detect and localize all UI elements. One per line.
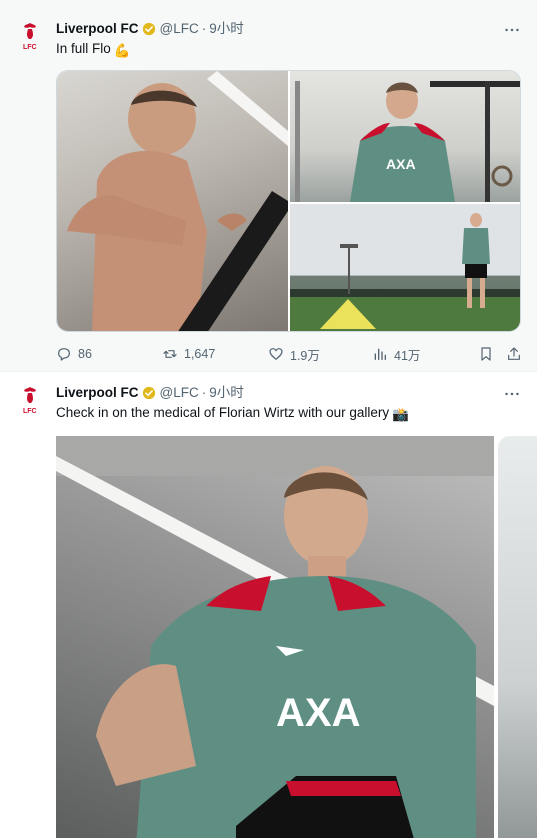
svg-text:AXA: AXA xyxy=(386,156,416,172)
photo-treadmill-image xyxy=(67,71,288,331)
author-name[interactable]: Liverpool FC xyxy=(56,20,139,38)
reply-count: 86 xyxy=(78,347,92,361)
tweet-text-content: Check in on the medical of Florian Wirtz… xyxy=(56,405,390,420)
photo-gym-portrait-image: AXA xyxy=(295,81,520,202)
tweet-header: Liverpool FC @LFC · 9小时 xyxy=(56,20,521,38)
gallery-photo-main[interactable]: AXA xyxy=(56,436,494,838)
photo-gym-portrait[interactable]: AXA xyxy=(290,71,520,202)
tweet-text: In full Flo 💪 xyxy=(56,40,521,60)
photo-training-pitch-image xyxy=(290,213,520,331)
views-button[interactable]: 41万 xyxy=(372,345,420,364)
svg-text:LFC: LFC xyxy=(23,44,37,51)
media-grid: AXA xyxy=(56,70,521,332)
photo-treadmill[interactable] xyxy=(57,71,288,331)
share-icon xyxy=(508,347,520,360)
timeline-feed: LFC Liverpool FC @LFC · 9小时 In full Flo 💪 xyxy=(0,0,537,838)
lfc-crest-icon: LFC xyxy=(23,23,37,51)
svg-text:LFC: LFC xyxy=(23,408,37,415)
bookmark-icon xyxy=(481,347,491,361)
heart-icon xyxy=(269,348,283,360)
repost-count: 1,647 xyxy=(184,347,216,361)
separator-dot: · xyxy=(201,21,207,36)
camera-emoji: 📸 xyxy=(392,407,409,422)
tweet-body: Liverpool FC @LFC · 9小时 Check in on the … xyxy=(56,384,537,838)
reply-icon xyxy=(58,348,70,361)
tweet-header: Liverpool FC @LFC · 9小时 xyxy=(56,384,521,402)
author-name[interactable]: Liverpool FC xyxy=(56,384,139,402)
svg-text:AXA: AXA xyxy=(276,691,360,735)
like-count: 1.9万 xyxy=(290,348,320,363)
author-handle[interactable]: @LFC xyxy=(160,384,199,402)
gallery-photo-main-image: AXA xyxy=(56,436,494,838)
avatar[interactable]: LFC xyxy=(14,20,46,52)
repost-icon xyxy=(163,350,177,358)
tweet-card[interactable]: LFC Liverpool FC @LFC · 9小时 In full Flo 💪 xyxy=(0,8,537,372)
author-handle[interactable]: @LFC xyxy=(160,20,199,38)
more-options-icon[interactable] xyxy=(503,22,521,38)
tweet-text: Check in on the medical of Florian Wirtz… xyxy=(56,404,521,424)
avatar[interactable]: LFC xyxy=(14,384,46,416)
tweet-text-content: In full Flo xyxy=(56,41,111,56)
reply-button[interactable]: 86 xyxy=(56,346,92,362)
views-chart-icon xyxy=(374,348,386,360)
timestamp[interactable]: 9小时 xyxy=(209,20,244,38)
repost-button[interactable]: 1,647 xyxy=(162,346,215,362)
feed-top-gap xyxy=(0,0,537,8)
lfc-crest-icon: LFC xyxy=(23,387,37,415)
timestamp[interactable]: 9小时 xyxy=(209,384,244,402)
separator-dot: · xyxy=(201,385,207,400)
like-button[interactable]: 1.9万 xyxy=(268,345,320,364)
tweet-card[interactable]: LFC Liverpool FC @LFC · 9小时 Check in on … xyxy=(0,372,537,838)
bookmark-button[interactable] xyxy=(478,346,494,362)
flexed-biceps-emoji: 💪 xyxy=(113,43,131,58)
views-count: 41万 xyxy=(394,348,421,363)
more-options-icon[interactable] xyxy=(503,386,521,402)
gallery-photo-next[interactable] xyxy=(498,436,537,838)
tweet-body: Liverpool FC @LFC · 9小时 In full Flo 💪 AX… xyxy=(56,20,521,364)
verified-badge-icon xyxy=(142,386,156,400)
share-button[interactable] xyxy=(506,346,522,362)
media-gallery: AXA xyxy=(56,436,537,838)
verified-badge-icon xyxy=(142,22,156,36)
photo-training-pitch[interactable] xyxy=(290,204,520,331)
tweet-actions: 86 1,647 1.9万 41万 xyxy=(56,344,521,364)
